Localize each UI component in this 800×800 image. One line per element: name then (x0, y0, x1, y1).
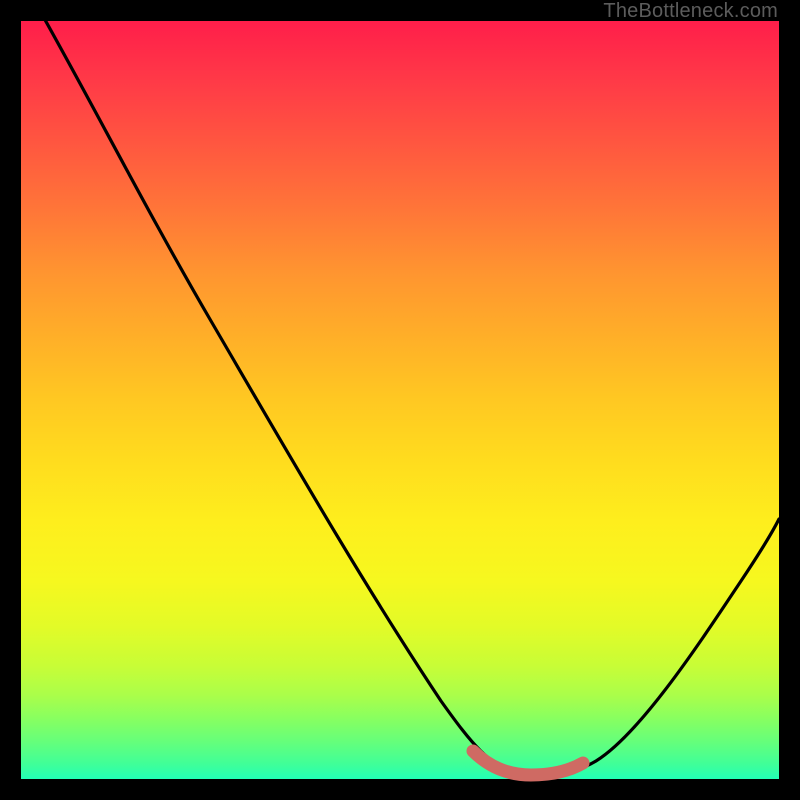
chart-frame: TheBottleneck.com (0, 0, 800, 800)
highlight-plateau (473, 751, 583, 775)
plot-area (21, 21, 779, 779)
watermark-text: TheBottleneck.com (603, 0, 778, 23)
curve-path (23, 0, 779, 775)
bottleneck-curve (21, 21, 779, 779)
